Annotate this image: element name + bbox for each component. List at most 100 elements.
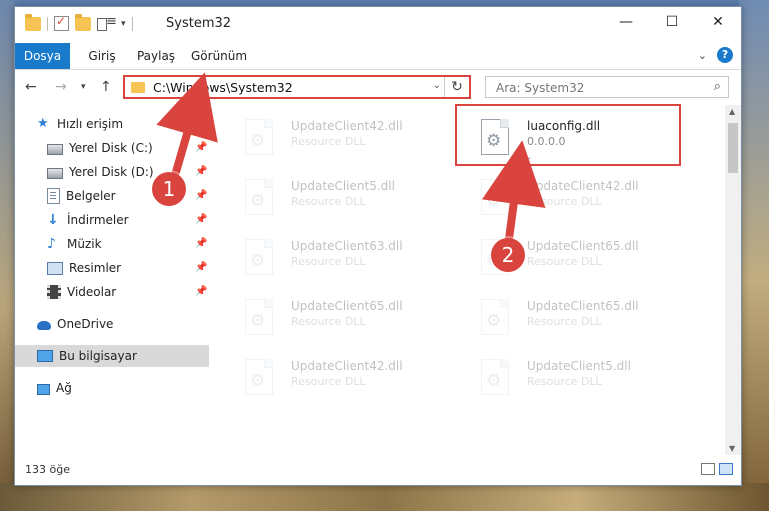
search-box[interactable]: ⌕ <box>485 76 729 98</box>
sidebar-item-pictures[interactable]: Resimler 📌 <box>15 257 209 279</box>
properties-icon[interactable] <box>97 14 117 31</box>
file-item[interactable]: ⚙ UpdateClient63.dll Resource DLL <box>227 231 427 287</box>
vertical-scrollbar[interactable]: ▲ ▼ <box>725 105 741 455</box>
gear-icon: ⚙ <box>250 251 266 271</box>
maximize-button[interactable]: ☐ <box>649 7 695 37</box>
sidebar-item-disk-c[interactable]: Yerel Disk (C:) 📌 <box>15 137 209 159</box>
gear-icon: ⚙ <box>486 311 502 331</box>
file-name: UpdateClient42.dll <box>291 359 403 373</box>
pictures-icon <box>47 262 63 275</box>
close-button[interactable]: ✕ <box>695 7 741 37</box>
ribbon-tabs: Dosya Giriş Paylaş Görünüm ⌄ ? <box>15 43 741 70</box>
sidebar-item-downloads[interactable]: ↓ İndirmeler 📌 <box>15 209 209 231</box>
sidebar-item-videos[interactable]: Videolar 📌 <box>15 281 209 303</box>
address-path[interactable]: C:\Windows\System32 <box>153 80 293 95</box>
item-count: 133 öğe <box>25 463 70 476</box>
folder-icon[interactable] <box>25 13 41 31</box>
sidebar-item-onedrive[interactable]: OneDrive <box>15 313 209 335</box>
up-arrow-icon[interactable]: ↑ <box>100 79 112 95</box>
desktop-right-strip <box>739 0 769 511</box>
step-2-badge: 2 <box>491 238 525 272</box>
address-bar[interactable]: C:\Windows\System32 ⌄ ↻ <box>123 75 471 99</box>
tab-view[interactable]: Görünüm <box>191 43 247 69</box>
scrollbar-thumb[interactable] <box>728 123 738 173</box>
window-title: System32 <box>166 16 232 31</box>
dll-file-icon: ⚙ <box>481 179 509 215</box>
pin-icon[interactable]: 📌 <box>195 190 207 201</box>
expand-ribbon-chevron-icon[interactable]: ⌄ <box>698 49 707 62</box>
file-name: UpdateClient42.dll <box>527 179 639 193</box>
gear-icon: ⚙ <box>486 191 502 211</box>
pin-icon[interactable]: 📌 <box>195 166 207 177</box>
sidebar-item-this-pc[interactable]: Bu bilgisayar <box>15 345 209 367</box>
file-item[interactable]: ⚙ UpdateClient42.dll Resource DLL <box>227 111 427 167</box>
sidebar-item-label: Videolar <box>67 285 117 299</box>
pin-icon[interactable]: 📌 <box>195 214 207 225</box>
cloud-icon <box>37 321 51 330</box>
videos-icon <box>47 285 61 299</box>
computer-icon <box>37 350 53 362</box>
tab-file[interactable]: Dosya <box>15 43 70 69</box>
back-arrow-icon[interactable]: ← <box>25 79 37 95</box>
gear-icon: ⚙ <box>250 191 266 211</box>
disk-icon <box>47 168 63 179</box>
refresh-icon[interactable]: ↻ <box>444 77 469 97</box>
title-bar: ▾ System32 — ☐ ✕ <box>15 7 741 43</box>
help-icon[interactable]: ? <box>717 47 733 63</box>
file-item[interactable]: ⚙ UpdateClient5.dll Resource DLL <box>227 171 427 227</box>
pin-icon[interactable]: 📌 <box>195 142 207 153</box>
file-description: Resource DLL <box>291 315 366 328</box>
file-description: Resource DLL <box>527 195 602 208</box>
sidebar-item-quick-access[interactable]: ★ Hızlı erişim <box>15 113 209 135</box>
minimize-button[interactable]: — <box>603 7 649 37</box>
ribbon-right-controls: ⌄ ? <box>698 47 733 63</box>
pin-icon[interactable]: 📌 <box>195 238 207 249</box>
file-description: Resource DLL <box>527 255 602 268</box>
documents-icon <box>47 188 60 204</box>
scroll-down-arrow-icon[interactable]: ▼ <box>729 444 735 453</box>
file-item[interactable]: ⚙ UpdateClient42.dll Resource DLL <box>463 171 663 227</box>
toolbar-divider <box>47 16 48 31</box>
customize-toolbar-chevron-icon[interactable]: ▾ <box>121 19 126 29</box>
explorer-window: ▾ System32 — ☐ ✕ Dosya Giriş Paylaş Görü… <box>14 6 742 486</box>
file-name: UpdateClient42.dll <box>291 119 403 133</box>
file-item[interactable]: ⚙ UpdateClient5.dll Resource DLL <box>463 351 663 407</box>
downloads-icon: ↓ <box>47 212 59 228</box>
properties-check-icon[interactable] <box>54 14 69 31</box>
sidebar-item-network[interactable]: Ağ <box>15 377 209 399</box>
file-item[interactable]: ⚙ UpdateClient65.dll Resource DLL <box>227 291 427 347</box>
music-icon: ♪ <box>47 236 56 252</box>
search-icon[interactable]: ⌕ <box>714 79 721 94</box>
pin-icon[interactable]: 📌 <box>195 286 207 297</box>
sidebar-item-label: Resimler <box>69 261 122 275</box>
tab-home[interactable]: Giriş <box>82 43 122 69</box>
tiles-view-icon[interactable] <box>719 463 733 475</box>
forward-arrow-icon[interactable]: → <box>55 79 67 95</box>
file-name: UpdateClient65.dll <box>291 299 403 313</box>
file-name: UpdateClient5.dll <box>291 179 395 193</box>
tab-share[interactable]: Paylaş <box>134 43 178 69</box>
highlight-box <box>455 104 681 166</box>
step-1-badge: 1 <box>152 172 186 206</box>
file-description: Resource DLL <box>291 135 366 148</box>
address-dropdown-chevron-icon[interactable]: ⌄ <box>433 80 441 91</box>
pin-icon[interactable]: 📌 <box>195 262 207 273</box>
search-input[interactable] <box>494 80 698 96</box>
dll-file-icon: ⚙ <box>245 179 273 215</box>
file-description: Resource DLL <box>527 315 602 328</box>
sidebar-item-label: Belgeler <box>66 189 116 203</box>
window-controls: — ☐ ✕ <box>603 7 741 37</box>
file-item[interactable]: ⚙ UpdateClient42.dll Resource DLL <box>227 351 427 407</box>
star-icon: ★ <box>37 116 49 131</box>
file-item[interactable]: ⚙ UpdateClient65.dll Resource DLL <box>463 291 663 347</box>
scroll-up-arrow-icon[interactable]: ▲ <box>729 107 735 116</box>
dll-file-icon: ⚙ <box>245 359 273 395</box>
desktop-left-strip <box>0 0 14 511</box>
file-name: UpdateClient65.dll <box>527 299 639 313</box>
dll-file-icon: ⚙ <box>481 359 509 395</box>
new-folder-icon[interactable] <box>75 13 91 31</box>
sidebar-item-music[interactable]: ♪ Müzik 📌 <box>15 233 209 255</box>
file-description: Resource DLL <box>291 195 366 208</box>
recent-locations-chevron-icon[interactable]: ▾ <box>81 82 86 92</box>
details-view-icon[interactable] <box>701 463 715 475</box>
